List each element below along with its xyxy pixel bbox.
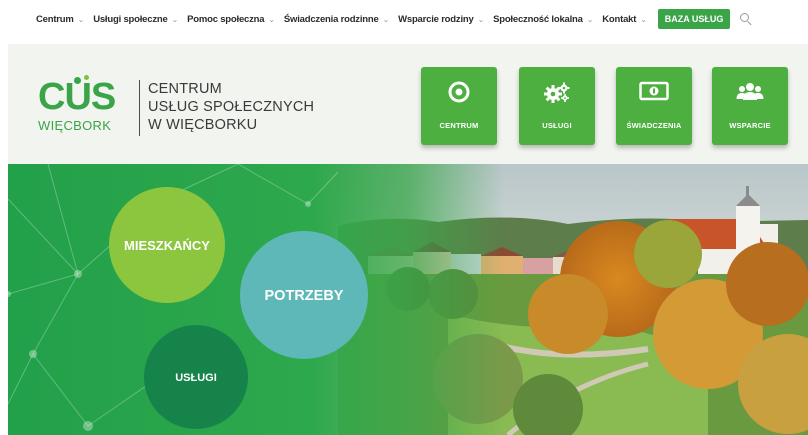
site-title: CENTRUM USŁUG SPOŁECZNYCH W WIĘCBORKU (148, 80, 314, 134)
search-icon[interactable] (740, 13, 752, 26)
gears-icon (519, 81, 595, 108)
tile-label: USŁUGI (542, 121, 572, 130)
nav-item-label: Usługi społeczne (93, 13, 168, 25)
nav-item-label: Pomoc społeczna (187, 13, 265, 25)
circle-label: MIESZKAŃCY (124, 238, 210, 253)
nav-item-uslugi-spoleczne[interactable]: Usługi społeczne ⌄ (93, 14, 178, 25)
nav-item-centrum[interactable]: Centrum ⌄ (36, 14, 84, 25)
logo-dot-decoration (84, 75, 89, 80)
circle-label: POTRZEBY (265, 288, 344, 304)
site-title-line: W WIĘCBORKU (148, 117, 258, 133)
nav-item-pomoc-spoleczna[interactable]: Pomoc społeczna ⌄ (187, 14, 275, 25)
hero-banner: MIESZKAŃCY POTRZEBY USŁUGI (8, 164, 808, 435)
chevron-down-icon: ⌄ (171, 14, 179, 24)
logo-town: WIĘCBORK (38, 118, 112, 133)
nav-item-label: Świadczenia rodzinne (283, 13, 379, 25)
logo-dot-decoration (74, 77, 81, 84)
site-title-line: USŁUG SPOŁECZNYCH (148, 99, 315, 115)
tile-centrum[interactable]: CENTRUM (421, 67, 497, 145)
chevron-down-icon: ⌄ (477, 14, 485, 24)
site-title-line: CENTRUM (148, 81, 222, 97)
nav-item-label: Kontakt (602, 13, 637, 25)
banknote-icon (616, 81, 692, 106)
top-navigation: Centrum ⌄ Usługi społeczne ⌄ Pomoc społecz… (0, 0, 808, 42)
tile-wsparcie[interactable]: WSPARCIE (712, 67, 788, 145)
tile-label: ŚWIADCZENIA (626, 121, 682, 130)
nav-item-label: Centrum (36, 13, 74, 25)
site-logo[interactable]: CUS WIĘCBORK (38, 75, 133, 140)
baza-uslug-button[interactable]: BAZA USŁUG (657, 9, 731, 29)
nav-item-swiadczenia-rodzinne[interactable]: Świadczenia rodzinne ⌄ (284, 14, 389, 25)
tile-label: CENTRUM (439, 121, 479, 130)
circle-label: USŁUGI (175, 372, 217, 384)
nav-item-spolecznosc-lokalna[interactable]: Społeczność lokalna ⌄ (493, 14, 593, 25)
people-icon (712, 81, 788, 108)
target-icon (421, 81, 497, 108)
hero-illustration: MIESZKAŃCY POTRZEBY USŁUGI (8, 164, 808, 435)
nav-item-label: Społeczność lokalna (493, 13, 583, 25)
nav-menu: Centrum ⌄ Usługi społeczne ⌄ Pomoc społecz… (36, 9, 752, 29)
chevron-down-icon: ⌄ (382, 14, 390, 24)
chevron-down-icon: ⌄ (268, 14, 275, 24)
nav-item-label: Wsparcie rodziny (398, 13, 474, 25)
nav-item-kontakt[interactable]: Kontakt ⌄ (602, 13, 647, 25)
tile-label: WSPARCIE (729, 121, 771, 130)
nav-item-wsparcie-rodziny[interactable]: Wsparcie rodziny ⌄ (398, 14, 484, 25)
chevron-down-icon: ⌄ (586, 14, 594, 24)
tile-swiadczenia[interactable]: ŚWIADCZENIA (616, 67, 692, 145)
chevron-down-icon: ⌄ (77, 14, 85, 24)
tile-uslugi[interactable]: USŁUGI (519, 67, 595, 145)
logo-divider (139, 80, 140, 136)
site-header: CUS WIĘCBORK CENTRUM USŁUG SPOŁECZNYCH W… (8, 44, 808, 164)
chevron-down-icon: ⌄ (640, 14, 647, 24)
